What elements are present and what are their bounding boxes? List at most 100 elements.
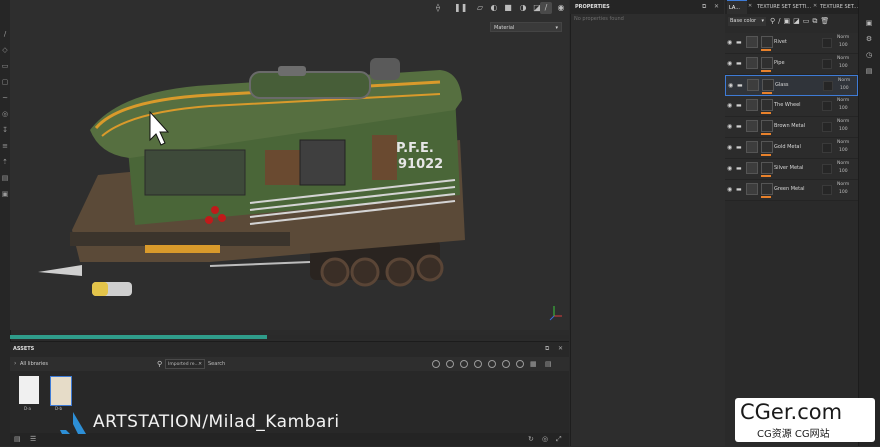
blend-mode[interactable]: Norm [838, 78, 850, 83]
shelf-icon[interactable]: ▤ [1, 174, 9, 182]
eye-icon[interactable]: ◉ [727, 165, 735, 173]
camera-icon[interactable]: ◉ [555, 2, 567, 14]
3d-viewport[interactable]: P.F.E. 91022 [10, 0, 569, 330]
fill-layer-icon[interactable]: ▣ [784, 17, 794, 25]
zoom-icon[interactable]: ◎ [542, 435, 548, 443]
folder-icon: ▬ [736, 123, 742, 130]
layer-row[interactable]: ◉ ▬ Rivet Norm 100 [725, 33, 858, 54]
layer-row[interactable]: ◉ ▬ Gold Metal Norm 100 [725, 138, 858, 159]
tab-layers[interactable]: LA... [727, 0, 747, 14]
layer-opacity[interactable]: 100 [839, 106, 848, 111]
display-settings-icon[interactable]: ▱ [474, 2, 486, 14]
shader-icon[interactable]: ◐ [488, 2, 500, 14]
eye-icon[interactable]: ◉ [727, 102, 735, 110]
layer-row[interactable]: ◉ ▬ Pipe Norm 100 [725, 54, 858, 75]
layer-opacity[interactable]: 100 [839, 64, 848, 69]
filter-materials-icon[interactable] [432, 360, 440, 368]
filter-smart-materials-icon[interactable] [446, 360, 454, 368]
layer-swatch [822, 164, 832, 174]
eye-icon[interactable]: ◉ [727, 144, 735, 152]
layers-tabs: LA... ✕ TEXTURE SET SETTI... ✕ TEXTURE S… [725, 0, 880, 14]
blend-mode[interactable]: Norm [837, 98, 849, 103]
eraser-icon[interactable]: ◇ [1, 46, 9, 54]
folder-icon[interactable]: ▭ [803, 17, 813, 25]
library-breadcrumb[interactable]: All libraries [20, 359, 48, 369]
layer-row[interactable]: ◉ ▬ Glass Norm 100 [725, 75, 858, 96]
filter-alphas-icon[interactable] [516, 360, 524, 368]
blend-mode[interactable]: Norm [837, 35, 849, 40]
layer-name: Silver Metal [774, 165, 804, 171]
imported-filter-chip[interactable]: Imported re... ✕ [165, 359, 205, 369]
display-dock-icon[interactable]: ▤ [864, 66, 874, 76]
close-icon[interactable]: ✕ [558, 345, 563, 352]
add-effect-icon[interactable]: ⚲ [770, 17, 778, 25]
tab-texture-set-list[interactable]: TEXTURE SET... [818, 0, 860, 14]
site-watermark-sub: CG资源 CG网站 [757, 429, 830, 440]
layer-opacity[interactable]: 100 [839, 148, 848, 153]
blend-mode[interactable]: Norm [837, 161, 849, 166]
iray-icon[interactable]: ◑ [517, 2, 529, 14]
bake-icon[interactable]: ⇡ [1, 158, 9, 166]
channel-select[interactable]: Base color ▾ [728, 17, 766, 26]
pause-icon[interactable]: ❚❚ [454, 2, 467, 14]
viewport-material-select[interactable]: Material ▾ [490, 22, 562, 32]
layer-opacity[interactable]: 100 [839, 190, 848, 195]
layer-row[interactable]: ◉ ▬ The Wheel Norm 100 [725, 96, 858, 117]
history-dock-icon[interactable]: ◷ [864, 50, 874, 60]
chevron-right-icon[interactable]: › [14, 359, 16, 369]
grid-view-icon[interactable]: ▦ [530, 360, 537, 368]
color-picker-icon[interactable]: ↧ [1, 126, 9, 134]
camera-mode-icon[interactable]: ⟠ [432, 2, 444, 14]
eye-icon[interactable]: ◉ [727, 186, 735, 194]
layer-tool-icon[interactable]: ≡ [1, 142, 9, 150]
list-view-icon[interactable]: ▤ [545, 360, 552, 368]
blend-mode[interactable]: Norm [837, 56, 849, 61]
asset-search-input[interactable]: Search [208, 359, 225, 369]
close-icon[interactable]: ✕ [813, 3, 817, 9]
layer-opacity[interactable]: 100 [840, 86, 849, 91]
filter-particles-icon[interactable] [488, 360, 496, 368]
render-icon[interactable]: ■ [502, 2, 514, 14]
layer-actions-toolbar: ⚲/▣◪▭⧉🗑 [770, 17, 832, 26]
asset-thumbnail[interactable] [50, 376, 72, 406]
smudge-icon[interactable]: ~ [1, 94, 9, 102]
layer-row[interactable]: ◉ ▬ Green Metal Norm 100 [725, 180, 858, 201]
eye-icon[interactable]: ◉ [727, 60, 735, 68]
eye-icon[interactable]: ◉ [727, 39, 735, 47]
undock-icon[interactable]: ⧉ [545, 345, 549, 353]
eye-icon[interactable]: ◉ [728, 82, 736, 90]
expand-icon[interactable]: ⤢ [556, 435, 562, 444]
blend-mode[interactable]: Norm [837, 119, 849, 124]
layer-opacity[interactable]: 100 [839, 169, 848, 174]
paint-mode-icon[interactable]: / [540, 2, 552, 14]
blend-mode[interactable]: Norm [837, 182, 849, 187]
filter-environments-icon[interactable] [502, 360, 510, 368]
new-library-icon[interactable]: ▤ [14, 435, 21, 443]
layers-dock-icon[interactable]: ▣ [864, 18, 874, 28]
layer-row[interactable]: ◉ ▬ Silver Metal Norm 100 [725, 159, 858, 180]
filter-brushes-icon[interactable] [474, 360, 482, 368]
library-settings-icon[interactable]: ☰ [30, 435, 36, 443]
close-icon[interactable]: ✕ [714, 3, 719, 10]
geometry-mask-icon[interactable]: ▢ [1, 78, 9, 86]
right-dock: ▣ ⚙ ◷ ▤ [858, 0, 880, 446]
filter-textures-icon[interactable] [460, 360, 468, 368]
clone-icon[interactable]: ◎ [1, 110, 9, 118]
paint-brush-icon[interactable]: / [1, 30, 9, 38]
close-icon[interactable]: ✕ [748, 3, 752, 9]
layer-opacity[interactable]: 100 [839, 127, 848, 132]
layer-row[interactable]: ◉ ▬ Brown Metal Norm 100 [725, 117, 858, 138]
delete-icon[interactable]: 🗑 [820, 17, 832, 25]
settings-dock-icon[interactable]: ⚙ [864, 34, 874, 44]
undock-icon[interactable]: ⧉ [702, 3, 706, 11]
export-icon[interactable]: ▣ [1, 190, 9, 198]
tab-texture-set-settings[interactable]: TEXTURE SET SETTI... [755, 0, 813, 14]
projection-icon[interactable]: ▭ [1, 62, 9, 70]
blend-mode[interactable]: Norm [837, 140, 849, 145]
asset-thumbnail[interactable] [19, 376, 39, 404]
mask-icon[interactable]: ◪ [793, 17, 803, 25]
layer-opacity[interactable]: 100 [839, 43, 848, 48]
eye-icon[interactable]: ◉ [727, 123, 735, 131]
refresh-icon[interactable]: ↻ [528, 435, 534, 443]
close-icon[interactable]: ✕ [198, 360, 202, 369]
